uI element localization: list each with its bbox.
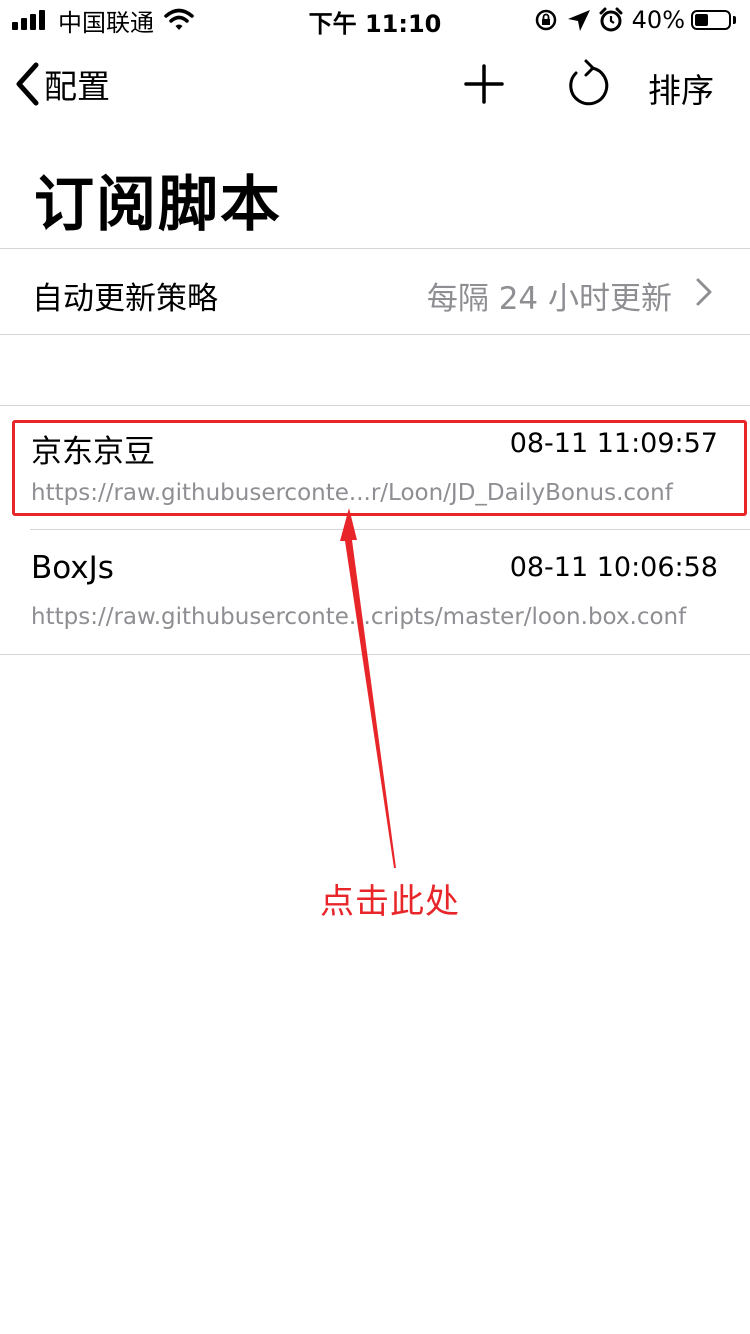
refresh-icon <box>569 59 609 106</box>
status-right: 40% <box>534 6 736 34</box>
sort-button[interactable]: 排序 <box>648 64 714 112</box>
back-chevron-icon <box>16 62 39 106</box>
auto-update-row[interactable]: 自动更新策略 每隔 24 小时更新 <box>0 249 750 334</box>
script-time: 08-11 10:06:58 <box>509 552 718 583</box>
battery-fill <box>695 14 708 26</box>
battery-percent: 40% <box>631 6 685 34</box>
auto-update-value: 每隔 24 小时更新 <box>426 281 672 317</box>
auto-update-label: 自动更新策略 <box>32 281 218 317</box>
screen: 中国联通 下午 11:10 40% 配置 排序 订阅脚本 自动更新策略 每隔 2… <box>0 0 750 1334</box>
script-url: https://raw.githubuserconte...cripts/mas… <box>31 604 687 630</box>
status-bar: 中国联通 下午 11:10 40% <box>0 0 750 40</box>
add-button[interactable] <box>458 58 510 110</box>
back-label: 配置 <box>44 67 110 106</box>
battery-tip <box>733 16 736 24</box>
script-name: BoxJs <box>31 550 114 586</box>
nav-bar: 配置 排序 <box>0 44 750 124</box>
rotation-lock-icon <box>535 9 556 31</box>
page-title: 订阅脚本 <box>34 170 282 240</box>
chevron-right-icon <box>696 278 712 306</box>
annotation-highlight-box <box>12 420 747 516</box>
divider <box>0 654 750 655</box>
back-button[interactable]: 配置 <box>14 60 110 108</box>
refresh-button[interactable] <box>562 58 614 110</box>
battery-icon <box>691 10 731 30</box>
script-row-boxjs[interactable]: BoxJs 08-11 10:06:58 https://raw.githubu… <box>0 530 750 654</box>
section-gap <box>0 335 750 405</box>
alarm-icon <box>599 7 623 32</box>
annotation-label: 点击此处 <box>320 882 460 922</box>
plus-icon <box>464 64 504 104</box>
location-icon <box>567 10 590 31</box>
